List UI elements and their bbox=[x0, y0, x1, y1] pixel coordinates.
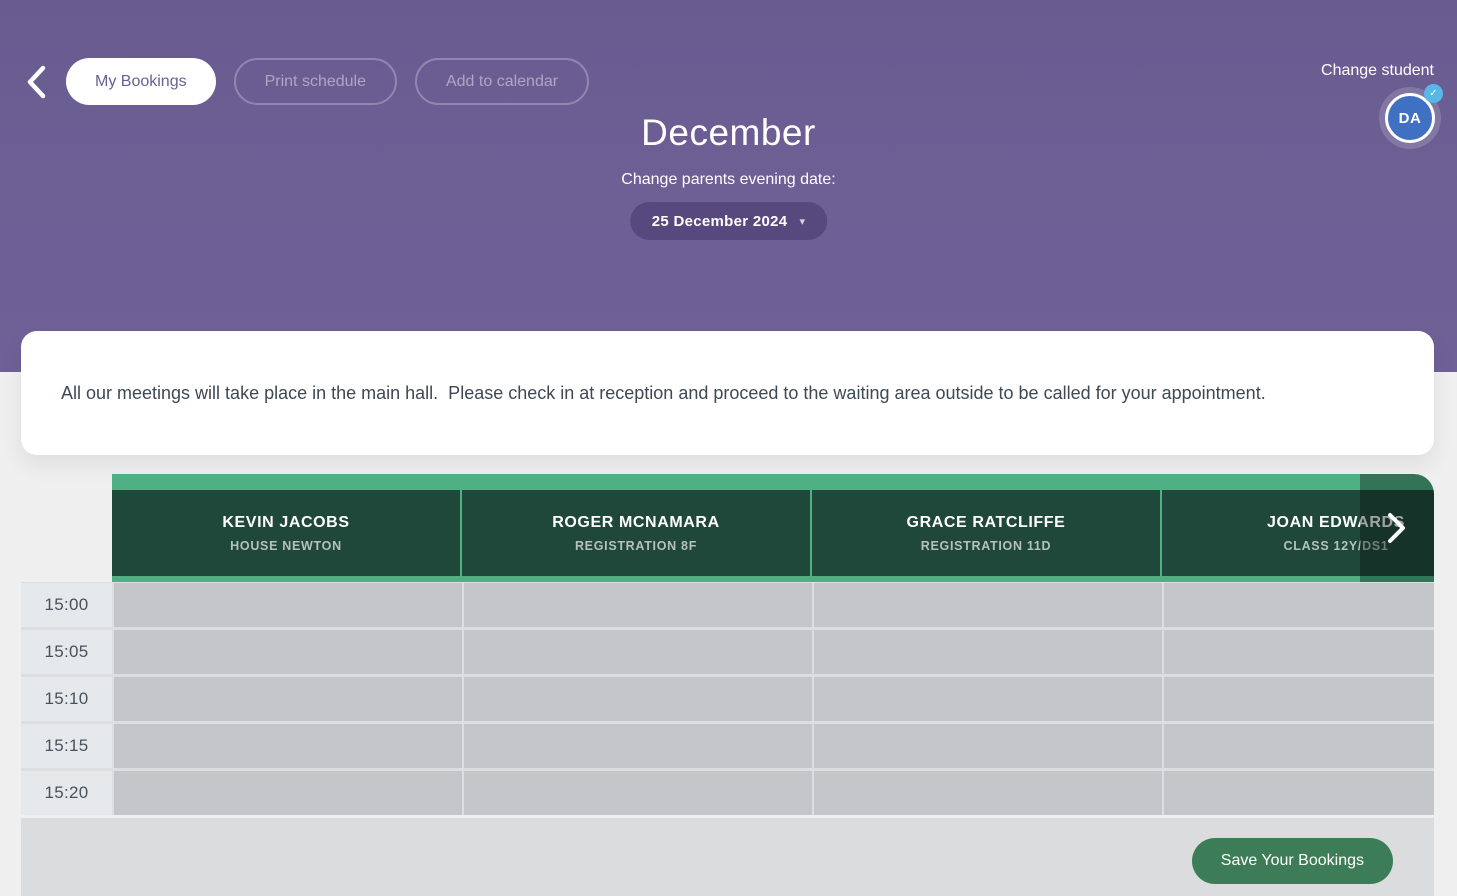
schedule-body: 15:00 15:05 15:10 15:15 bbox=[21, 582, 1434, 815]
slot-cell[interactable] bbox=[114, 630, 462, 674]
teacher-name: KEVIN JACOBS bbox=[222, 514, 349, 532]
page-title: December bbox=[0, 112, 1457, 154]
date-selector[interactable]: 25 December 2024 ▾ bbox=[630, 202, 828, 240]
slot-cell[interactable] bbox=[814, 724, 1162, 768]
tab-print-schedule[interactable]: Print schedule bbox=[234, 58, 397, 105]
slot-cell[interactable] bbox=[1164, 724, 1434, 768]
chevron-right-icon bbox=[1386, 512, 1408, 544]
slot-cell[interactable] bbox=[1164, 583, 1434, 627]
schedule-table: KEVIN JACOBS HOUSE NEWTON ROGER MCNAMARA… bbox=[21, 474, 1434, 896]
back-button[interactable] bbox=[16, 62, 56, 102]
table-row: 15:20 bbox=[21, 771, 1434, 815]
table-row: 15:00 bbox=[21, 583, 1434, 627]
table-row: 15:05 bbox=[21, 630, 1434, 674]
teacher-column-header: ROGER MCNAMARA REGISTRATION 8F bbox=[462, 490, 810, 576]
slot-cell[interactable] bbox=[114, 771, 462, 815]
slot-cell[interactable] bbox=[1164, 677, 1434, 721]
time-label: 15:15 bbox=[21, 724, 112, 768]
chevron-left-icon bbox=[24, 64, 48, 100]
notice-card: All our meetings will take place in the … bbox=[21, 331, 1434, 455]
chevron-down-icon: ▾ bbox=[799, 215, 805, 228]
time-label: 15:05 bbox=[21, 630, 112, 674]
check-glyph: ✓ bbox=[1429, 88, 1437, 99]
time-label: 15:00 bbox=[21, 583, 112, 627]
time-label: 15:20 bbox=[21, 771, 112, 815]
slot-cell[interactable] bbox=[114, 724, 462, 768]
tab-add-to-calendar[interactable]: Add to calendar bbox=[415, 58, 589, 105]
time-label: 15:10 bbox=[21, 677, 112, 721]
table-footer: Save Your Bookings bbox=[21, 818, 1434, 896]
scroll-right-button[interactable] bbox=[1360, 474, 1434, 582]
slot-cell[interactable] bbox=[464, 630, 812, 674]
teacher-column-header: KEVIN JACOBS HOUSE NEWTON bbox=[112, 490, 460, 576]
teacher-column-header: GRACE RATCLIFFE REGISTRATION 11D bbox=[812, 490, 1160, 576]
tab-my-bookings[interactable]: My Bookings bbox=[66, 58, 216, 105]
save-bookings-button[interactable]: Save Your Bookings bbox=[1192, 838, 1393, 884]
table-row: 15:10 bbox=[21, 677, 1434, 721]
slot-cell[interactable] bbox=[1164, 630, 1434, 674]
slot-cell[interactable] bbox=[814, 583, 1162, 627]
hero-banner: My Bookings Print schedule Add to calend… bbox=[0, 0, 1457, 372]
slot-cell[interactable] bbox=[814, 630, 1162, 674]
teacher-name: GRACE RATCLIFFE bbox=[907, 514, 1066, 532]
slot-cell[interactable] bbox=[464, 771, 812, 815]
tab-bar: My Bookings Print schedule Add to calend… bbox=[66, 58, 589, 105]
slot-cell[interactable] bbox=[1164, 771, 1434, 815]
check-badge-icon: ✓ bbox=[1424, 84, 1443, 103]
notice-text: All our meetings will take place in the … bbox=[61, 383, 1266, 404]
page: My Bookings Print schedule Add to calend… bbox=[0, 0, 1457, 896]
slot-cell[interactable] bbox=[814, 677, 1162, 721]
date-change-label: Change parents evening date: bbox=[0, 171, 1457, 189]
teacher-header-row: KEVIN JACOBS HOUSE NEWTON ROGER MCNAMARA… bbox=[112, 474, 1434, 582]
teacher-group: HOUSE NEWTON bbox=[230, 539, 342, 553]
teacher-group: REGISTRATION 8F bbox=[575, 539, 697, 553]
slot-cell[interactable] bbox=[464, 583, 812, 627]
change-student-link[interactable]: Change student bbox=[1321, 62, 1434, 80]
slot-cell[interactable] bbox=[464, 677, 812, 721]
teacher-group: REGISTRATION 11D bbox=[921, 539, 1051, 553]
date-selector-value: 25 December 2024 bbox=[652, 213, 788, 230]
teacher-name: ROGER MCNAMARA bbox=[552, 514, 720, 532]
slot-cell[interactable] bbox=[114, 583, 462, 627]
slot-cell[interactable] bbox=[114, 677, 462, 721]
slot-cell[interactable] bbox=[814, 771, 1162, 815]
table-row: 15:15 bbox=[21, 724, 1434, 768]
slot-cell[interactable] bbox=[464, 724, 812, 768]
